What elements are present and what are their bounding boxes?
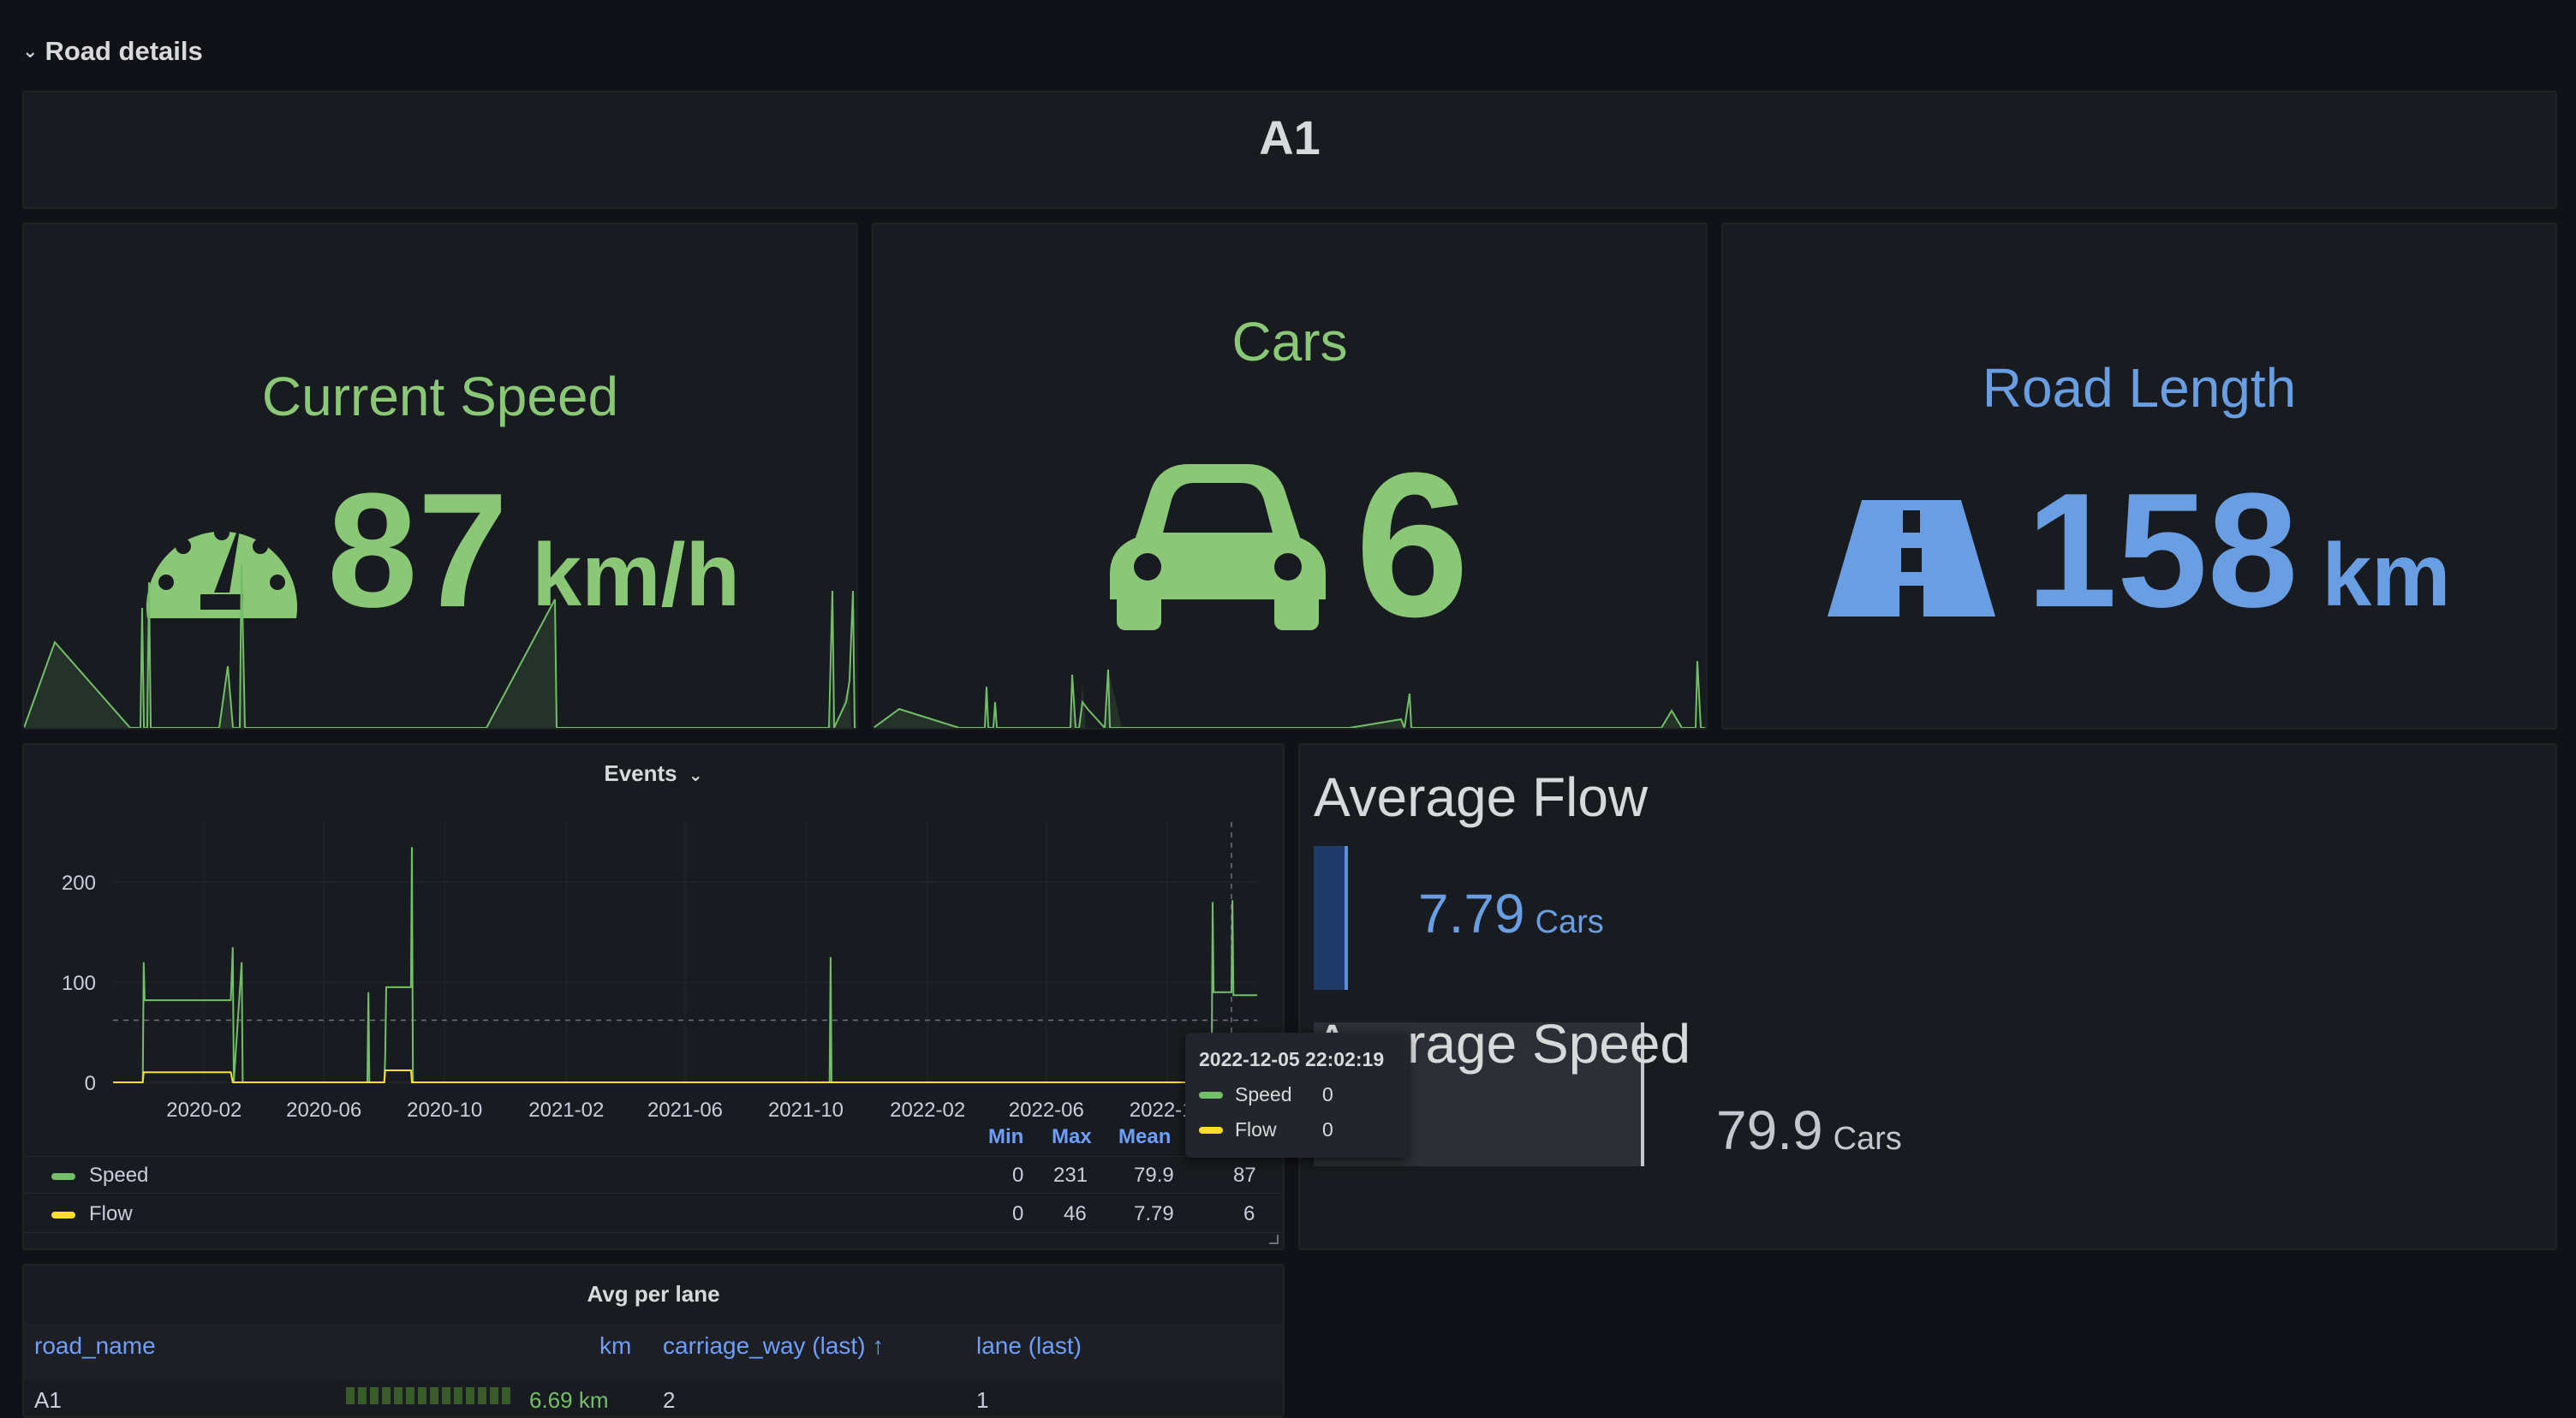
legend-mean: 79.9 xyxy=(1134,1164,1174,1187)
col-header-road-name[interactable]: road_name xyxy=(34,1332,156,1360)
tooltip-time: 2022-12-05 22:02:19 xyxy=(1199,1048,1385,1070)
row-header-road-details[interactable]: ⌄ Road details xyxy=(22,31,203,72)
panel-title[interactable]: Avg per lane xyxy=(24,1281,1283,1308)
road-name-panel: A1 xyxy=(22,91,2557,209)
legend-mean-header[interactable]: Mean xyxy=(1118,1125,1171,1149)
legend-header: Min Max Mean xyxy=(24,1125,1283,1151)
stat-title: Current Speed xyxy=(261,366,619,427)
stat-unit: km xyxy=(2322,526,2451,625)
y-tick-label: 0 xyxy=(85,1072,96,1095)
legend-swatch xyxy=(1199,1126,1223,1134)
bar-gauge-panel[interactable]: Average Flow 7.79 Cars Average Speed 79.9… xyxy=(1298,743,2557,1250)
table-header-row xyxy=(24,1324,1283,1380)
stat-value: 158 xyxy=(2026,460,2299,641)
x-tick-label: 2021-06 xyxy=(647,1099,723,1122)
tooltip-row-speed: Speed 0 xyxy=(1199,1083,1394,1106)
legend-swatch xyxy=(1199,1091,1223,1099)
gauge-value-speed: 79.9 Cars xyxy=(1716,1099,1902,1161)
legend-last: 87 xyxy=(1233,1164,1256,1187)
y-tick-label: 100 xyxy=(62,972,96,995)
x-tick-label: 2022-06 xyxy=(1009,1099,1084,1122)
legend-swatch xyxy=(51,1172,75,1180)
table-cell-km: 6.69 km xyxy=(529,1387,609,1413)
col-header-carriage-way[interactable]: carriage_way (last) ↑ xyxy=(663,1332,884,1360)
gauge-bar-flow xyxy=(1314,846,1348,990)
stat-value-line: 158 km xyxy=(1723,469,2555,632)
stat-panel-current-speed[interactable]: Current Speed 87 km/h xyxy=(22,223,858,730)
legend-item-flow[interactable]: Flow xyxy=(51,1202,133,1226)
arrow-up-icon: ↑ xyxy=(872,1332,885,1359)
gauge-value-flow: 7.79 Cars xyxy=(1418,883,1604,944)
x-tick-label: 2020-02 xyxy=(166,1099,242,1122)
lcd-gauge-bar xyxy=(346,1387,512,1404)
col-header-lane[interactable]: lane (last) xyxy=(976,1332,1082,1360)
events-chart[interactable]: 0 100 200 2020-02 2020-06 2020-10 2021-02 2021-… xyxy=(24,745,1285,1130)
legend-swatch xyxy=(51,1211,75,1218)
legend-row[interactable]: Speed 0 231 79.9 87 xyxy=(24,1156,1283,1194)
stat-panel-cars[interactable]: Cars 6 xyxy=(872,223,1708,730)
avg-per-lane-panel[interactable]: Avg per lane xyxy=(22,1264,1285,1418)
legend-item-speed[interactable]: Speed xyxy=(51,1164,148,1188)
legend-min-header[interactable]: Min xyxy=(988,1125,1023,1149)
table-cell-road-name: A1 xyxy=(34,1387,62,1413)
x-tick-label: 2021-02 xyxy=(528,1099,604,1122)
legend-max-header[interactable]: Max xyxy=(1052,1125,1092,1149)
chart-tooltip: 2022-12-05 22:02:19 Speed 0 Flow 0 xyxy=(1185,1033,1408,1158)
col-header-km[interactable]: km xyxy=(599,1332,631,1360)
y-tick-label: 200 xyxy=(62,872,96,895)
sparkline xyxy=(874,660,1706,728)
x-tick-label: 2021-10 xyxy=(768,1099,844,1122)
resize-handle-icon[interactable] xyxy=(1267,1233,1279,1245)
stat-panel-road-length[interactable]: Road Length 158 km xyxy=(1721,223,2557,730)
gauge-title-flow: Average Flow xyxy=(1314,766,1649,828)
legend-max: 231 xyxy=(1053,1164,1088,1187)
legend-mean: 7.79 xyxy=(1134,1202,1174,1225)
legend-min: 0 xyxy=(1012,1164,1024,1187)
x-tick-label: 2022-02 xyxy=(890,1099,965,1122)
table-cell-lane: 1 xyxy=(976,1387,989,1413)
road-icon xyxy=(1828,500,1996,617)
stat-title: Road Length xyxy=(1982,357,2297,419)
x-tick-label: 2020-10 xyxy=(407,1099,482,1122)
chevron-down-icon: ⌄ xyxy=(22,40,39,62)
legend-max: 46 xyxy=(1064,1202,1087,1225)
x-tick-label: 2020-06 xyxy=(286,1099,361,1122)
legend-last: 6 xyxy=(1243,1202,1255,1225)
tooltip-row-flow: Flow 0 xyxy=(1199,1118,1394,1141)
events-panel[interactable]: Events ⌄ 0 100 200 2020-02 2020-06 2020-10 202… xyxy=(22,743,1285,1250)
legend-row[interactable]: Flow 0 46 7.79 6 xyxy=(24,1195,1283,1233)
table-cell-carriage-way: 2 xyxy=(663,1387,676,1413)
row-title: Road details xyxy=(45,36,203,66)
legend-min: 0 xyxy=(1012,1202,1024,1225)
road-name-text: A1 xyxy=(1259,110,1321,164)
stat-title: Cars xyxy=(1231,311,1348,372)
sparkline xyxy=(24,564,856,728)
